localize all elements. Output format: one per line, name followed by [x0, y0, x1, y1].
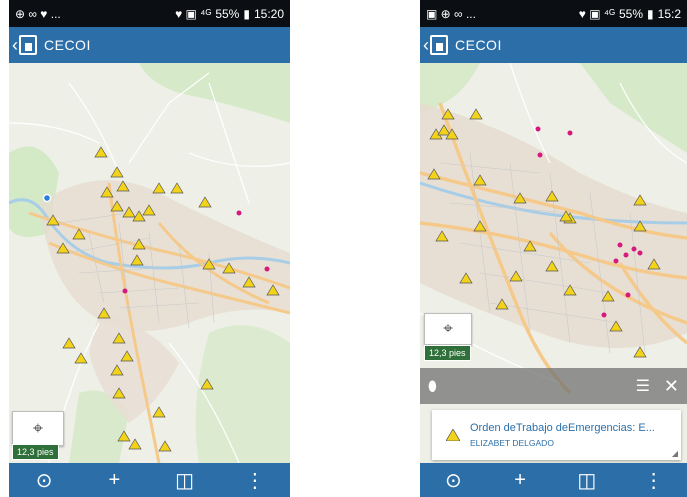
status-icons-left: ▣ ⊕ ∞ ...: [426, 6, 476, 21]
more-options-button[interactable]: ⋮: [636, 465, 672, 495]
map-book-icon: ◫: [577, 469, 597, 492]
bottom-toolbar: ⊙ + ◫ ⋮: [420, 463, 687, 497]
more-vert-icon: ⋮: [643, 469, 664, 492]
my-location-button[interactable]: ⌖: [424, 313, 472, 345]
battery-icon: ▮: [243, 6, 250, 21]
target-icon: ⊙: [35, 469, 53, 492]
map-scale-label: 12,3 pies: [12, 444, 59, 460]
map-pin-icon[interactable]: ⬮: [428, 378, 437, 395]
add-button[interactable]: +: [96, 465, 132, 495]
clock: 15:2: [657, 6, 681, 21]
bottom-toolbar: ⊙ + ◫ ⋮: [9, 463, 290, 497]
plus-icon: +: [108, 468, 121, 491]
close-icon[interactable]: ✕: [664, 376, 679, 397]
status-bar: ⊕ ∞ ♥ ... ♥ ▣ ⁴ᴳ 55% ▮ 15:20: [9, 0, 290, 27]
app-bar: ‹ CECOI: [9, 27, 290, 63]
more-options-button[interactable]: ⋮: [237, 465, 273, 495]
back-chevron-icon[interactable]: ‹: [12, 35, 18, 56]
my-location-button[interactable]: ⌖: [12, 411, 64, 446]
app-bar: ‹ CECOI: [420, 27, 687, 63]
feature-popup-card[interactable]: Orden deTrabajo deEmergencias: E... ELIZ…: [432, 410, 681, 460]
resize-corner-icon: ◢: [671, 449, 678, 458]
map-book-icon: ◫: [175, 469, 195, 492]
app-logo-icon[interactable]: [430, 35, 448, 55]
warning-icon: [446, 429, 460, 441]
plus-icon: +: [514, 468, 526, 491]
status-bar: ▣ ⊕ ∞ ... ♥ ▣ ⁴ᴳ 55% ▮ 15:2: [420, 0, 687, 27]
add-button[interactable]: +: [502, 465, 538, 495]
crosshair-icon: ⌖: [443, 319, 453, 338]
app-title: CECOI: [44, 37, 91, 53]
map-scale-label: 12,3 pies: [424, 345, 471, 361]
callout-toolbar: ⬮ ☰ ✕: [420, 368, 687, 404]
locate-button[interactable]: ⊙: [26, 465, 62, 495]
battery-icon: ▮: [647, 6, 654, 21]
status-icons-right: ♥ ▣ ⁴ᴳ: [578, 6, 615, 21]
app-title: CECOI: [455, 37, 502, 53]
status-icons-left: ⊕ ∞ ♥ ...: [15, 6, 61, 21]
layers-button[interactable]: ◫: [167, 465, 203, 495]
map-view[interactable]: [9, 63, 290, 463]
more-vert-icon: ⋮: [244, 469, 265, 492]
list-icon[interactable]: ☰: [636, 376, 650, 396]
crosshair-icon: ⌖: [32, 418, 44, 438]
battery-level: 55%: [215, 6, 240, 21]
status-icons-right: ♥ ▣ ⁴ᴳ: [175, 6, 212, 21]
phone-screen-left: ⊕ ∞ ♥ ... ♥ ▣ ⁴ᴳ 55% ▮ 15:20 ‹ CECOI ⌖ 1…: [9, 0, 290, 497]
target-icon: ⊙: [444, 469, 462, 492]
back-chevron-icon[interactable]: ‹: [423, 35, 429, 56]
battery-level: 55%: [619, 6, 644, 21]
popup-subtitle: ELIZABET DELGADO: [470, 438, 554, 448]
clock: 15:20: [253, 6, 284, 21]
phone-screen-right: ▣ ⊕ ∞ ... ♥ ▣ ⁴ᴳ 55% ▮ 15:2 ‹ CECOI ⌖ 12…: [420, 0, 687, 497]
popup-title: Orden deTrabajo deEmergencias: E...: [470, 422, 655, 434]
locate-button[interactable]: ⊙: [435, 465, 471, 495]
app-logo-icon[interactable]: [19, 35, 37, 55]
layers-button[interactable]: ◫: [569, 465, 605, 495]
